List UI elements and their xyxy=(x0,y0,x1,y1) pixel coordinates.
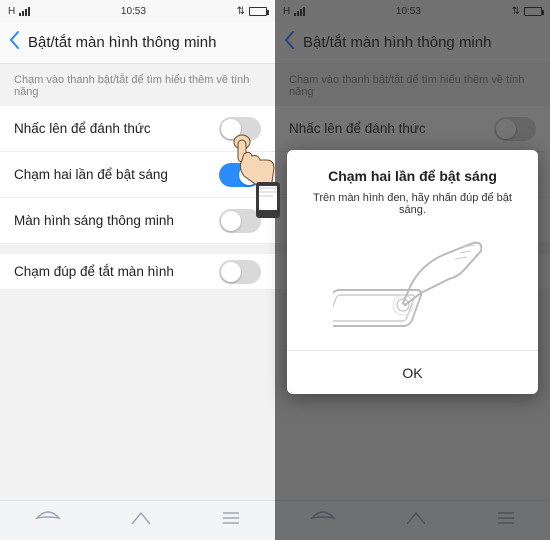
battery-icon xyxy=(524,7,542,16)
setting-row-double-tap-off[interactable]: Chạm đúp để tắt màn hình xyxy=(0,244,275,290)
nav-bar xyxy=(0,500,275,540)
phone-screen-right: H 10:53 ⇅ Bật/tắt màn hình thông minh Ch… xyxy=(275,0,550,540)
network-label: H xyxy=(283,6,290,17)
header: Bật/tắt màn hình thông minh xyxy=(275,22,550,64)
dialog-text: Trên màn hình đen, hãy nhấn đúp để bật s… xyxy=(301,192,524,216)
setting-label: Nhấc lên để đánh thức xyxy=(14,121,151,136)
nav-back-button[interactable] xyxy=(310,510,336,531)
dialog-illustration xyxy=(301,230,524,340)
empty-area xyxy=(0,290,275,500)
status-bar: H 10:53 ⇅ xyxy=(275,0,550,22)
section-hint: Chạm vào thanh bật/tắt để tìm hiểu thêm … xyxy=(275,64,550,106)
page-title: Bật/tắt màn hình thông minh xyxy=(303,34,491,51)
clock: 10:53 xyxy=(396,6,421,17)
vibrate-icon: ⇅ xyxy=(237,6,245,17)
setting-label: Chạm đúp để tắt màn hình xyxy=(14,264,174,279)
nav-recent-button[interactable] xyxy=(222,511,240,530)
setting-label: Chạm hai lần để bật sáng xyxy=(14,167,168,182)
signal-icon xyxy=(19,7,30,16)
toggle-raise-to-wake[interactable] xyxy=(494,117,536,141)
back-button[interactable] xyxy=(8,30,28,56)
signal-icon xyxy=(294,7,305,16)
clock: 10:53 xyxy=(121,6,146,17)
section-hint: Chạm vào thanh bật/tắt để tìm hiểu thêm … xyxy=(0,64,275,106)
setting-label: Nhấc lên để đánh thức xyxy=(289,121,426,136)
setting-label: Màn hình sáng thông minh xyxy=(14,213,174,228)
dialog-ok-button[interactable]: OK xyxy=(287,350,538,394)
toggle-double-tap-off[interactable] xyxy=(219,260,261,284)
nav-bar xyxy=(275,500,550,540)
status-bar: H 10:53 ⇅ xyxy=(0,0,275,22)
nav-recent-button[interactable] xyxy=(497,511,515,530)
page-title: Bật/tắt màn hình thông minh xyxy=(28,34,216,51)
pointer-hand-illustration xyxy=(228,132,288,222)
back-button[interactable] xyxy=(283,30,303,56)
nav-home-button[interactable] xyxy=(130,510,152,531)
network-label: H xyxy=(8,6,15,17)
phone-screen-left: H 10:53 ⇅ Bật/tắt màn hình thông minh Ch… xyxy=(0,0,275,540)
nav-home-button[interactable] xyxy=(405,510,427,531)
vibrate-icon: ⇅ xyxy=(512,6,520,17)
battery-icon xyxy=(249,7,267,16)
info-dialog: Chạm hai lần để bật sáng Trên màn hình đ… xyxy=(287,150,538,394)
dialog-title: Chạm hai lần để bật sáng xyxy=(301,168,524,184)
header: Bật/tắt màn hình thông minh xyxy=(0,22,275,64)
setting-row-raise-to-wake[interactable]: Nhấc lên để đánh thức xyxy=(275,106,550,152)
nav-back-button[interactable] xyxy=(35,510,61,531)
